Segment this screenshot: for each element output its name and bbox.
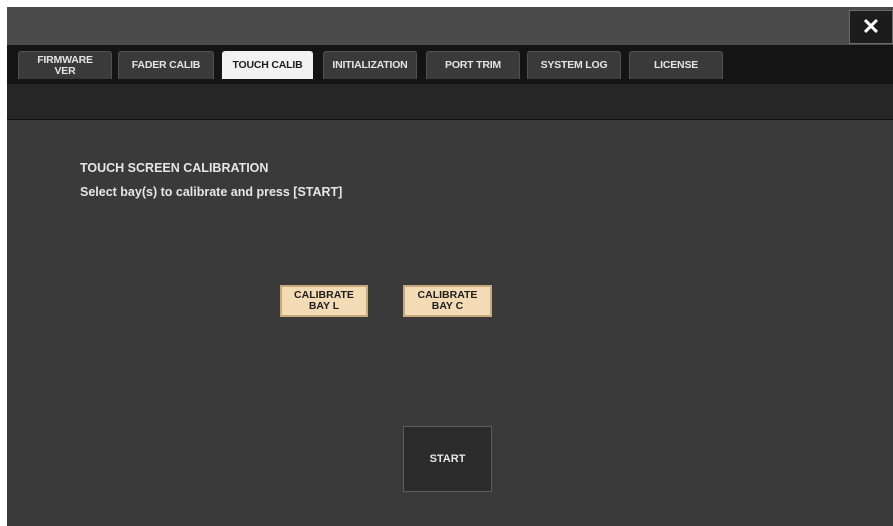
instruction-text: Select bay(s) to calibrate and press [ST… — [80, 185, 343, 199]
close-icon: ✕ — [861, 14, 881, 39]
touch-calibration-panel: TOUCH SCREEN CALIBRATION Select bay(s) t… — [7, 120, 893, 526]
tab-bar: FIRMWARE VER FADER CALIB TOUCH CALIB INI… — [7, 45, 893, 84]
close-button[interactable]: ✕ — [849, 10, 893, 44]
start-button[interactable]: START — [403, 426, 492, 492]
tab-fader-calib[interactable]: FADER CALIB — [118, 51, 214, 79]
tab-license[interactable]: LICENSE — [629, 51, 723, 79]
tab-system-log[interactable]: SYSTEM LOG — [527, 51, 621, 79]
title-bar: ✕ — [7, 7, 893, 45]
tab-port-trim[interactable]: PORT TRIM — [426, 51, 520, 79]
sub-header-bar — [7, 84, 893, 120]
calibrate-bay-c-button[interactable]: CALIBRATE BAY C — [403, 285, 492, 317]
page-title: TOUCH SCREEN CALIBRATION — [80, 161, 269, 175]
tab-touch-calib[interactable]: TOUCH CALIB — [222, 51, 313, 79]
tab-initialization[interactable]: INITIALIZATION — [323, 51, 417, 79]
calibration-window: ✕ FIRMWARE VER FADER CALIB TOUCH CALIB I… — [7, 7, 893, 526]
calibrate-bay-l-button[interactable]: CALIBRATE BAY L — [280, 285, 368, 317]
start-button-label: START — [429, 453, 466, 465]
tab-firmware-ver[interactable]: FIRMWARE VER — [18, 51, 112, 79]
